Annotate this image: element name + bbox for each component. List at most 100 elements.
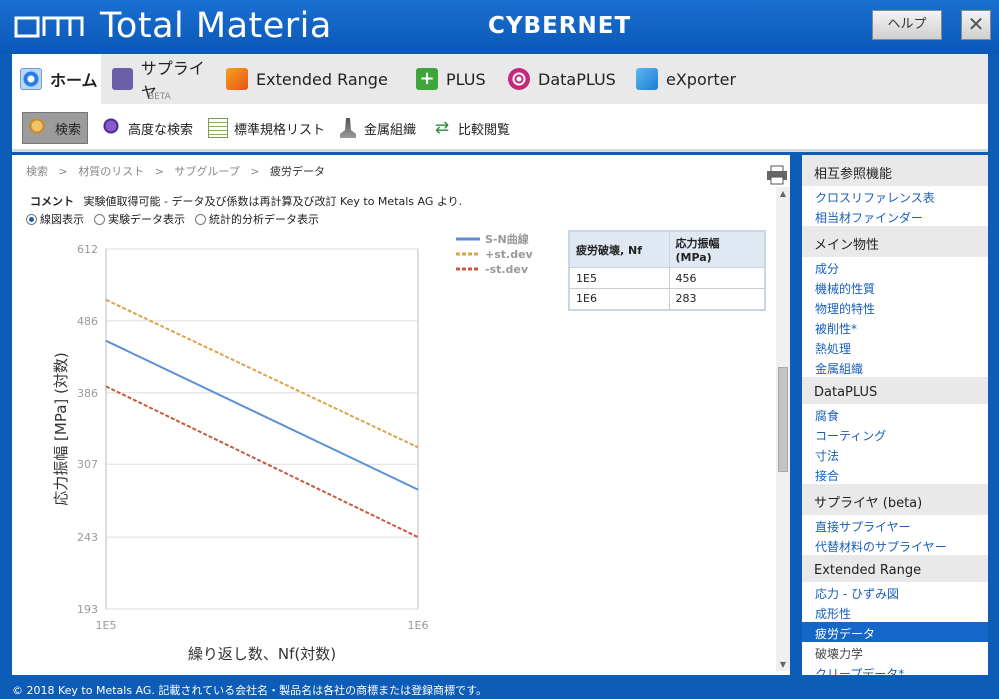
column-header: 疲労破壊, Nf	[568, 230, 670, 268]
sidebar-item-fracture[interactable]: 破壊力学	[802, 642, 988, 662]
footer: © 2018 Key to Metals AG. 記載されている会社名・製品名は…	[12, 684, 487, 697]
extended-range-icon	[226, 68, 248, 90]
table-cell: 1E5	[568, 267, 670, 289]
sidebar-item-direct-supplier[interactable]: 直接サプライヤー	[802, 515, 988, 535]
table-cell: 283	[668, 288, 766, 310]
title-bar: Total Materia CYBERNET ヘルプ ✕	[0, 0, 999, 54]
tab-exporter[interactable]: eXporter	[628, 54, 746, 104]
sidebar-item-dimensions[interactable]: 寸法	[802, 444, 988, 464]
compare-icon: ⇄	[434, 118, 450, 138]
logo-icon	[14, 16, 84, 38]
tab-label: eXporter	[666, 69, 737, 89]
sidebar-header: メイン物性	[802, 226, 988, 257]
tab-label: Extended Range	[256, 69, 388, 89]
home-icon	[20, 68, 42, 90]
y-tick-label: 307	[77, 458, 98, 471]
table-row: 1E5 456	[568, 267, 766, 289]
x-tick-label: 1E5	[96, 619, 117, 632]
sidebar-item-stress-strain[interactable]: 応力 - ひずみ図	[802, 582, 988, 602]
sidebar-header: サプライヤ (beta)	[802, 484, 988, 515]
vertical-scrollbar[interactable]: ▲ ▼	[776, 187, 790, 671]
radio-button[interactable]	[26, 213, 37, 225]
toolbar-label: 金属組織	[364, 122, 417, 138]
legend-label: S-N曲線	[485, 232, 529, 246]
sidebar-header: Extended Range	[802, 555, 988, 582]
sidebar-header: DataPLUS	[802, 377, 988, 404]
breadcrumb-item[interactable]: サブグループ	[174, 165, 239, 178]
table-cell: 1E6	[568, 288, 670, 310]
sidebar-item-formability[interactable]: 成形性	[802, 602, 988, 622]
microscope-icon	[340, 118, 356, 138]
sidebar-item-equivalent-finder[interactable]: 相当材ファインダー	[802, 206, 988, 226]
legend-label: +st.dev	[485, 248, 534, 261]
tab-dataplus[interactable]: DataPLUS	[500, 54, 624, 104]
compare-button[interactable]: ⇄ 比較閲覧	[426, 112, 516, 144]
sidebar-item-machinability[interactable]: 被削性*	[802, 317, 988, 337]
toolbar-label: 高度な検索	[128, 122, 194, 138]
dataplus-icon	[508, 68, 530, 90]
sidebar-item-creep[interactable]: クリープデータ*	[802, 662, 988, 675]
column-header: 応力振幅 (MPa)	[668, 230, 766, 268]
scroll-thumb[interactable]	[778, 367, 788, 472]
advanced-search-button[interactable]: 高度な検索	[96, 112, 199, 144]
main-tabs: ホーム サプライヤ BETA Extended Range + PLUS Dat…	[12, 54, 988, 104]
sidebar-item-alternative-supplier[interactable]: 代替材料のサプライヤー	[802, 535, 988, 555]
sidebar-item-corrosion[interactable]: 腐食	[802, 404, 988, 424]
sn-chart: 612 486 386 307 243 193 1E5 1E6 S-N曲線 +st.dev -st.…	[52, 232, 534, 663]
tab-label: ホーム	[50, 71, 98, 90]
toolbar-label: 比較閲覧	[458, 122, 511, 138]
sidebar: 相互参照機能 クロスリファレンス表 相当材ファインダー メイン物性 成分 機械的…	[802, 155, 988, 675]
tab-plus[interactable]: + PLUS	[408, 54, 494, 104]
x-tick-label: 1E6	[408, 619, 429, 632]
y-axis-label: 応力振幅 [MPa] (対数)	[52, 352, 70, 505]
content-panel: 検索 > 材質のリスト > サブグループ > 疲労データ コメント 実験値取得可…	[12, 155, 790, 675]
scroll-up-icon[interactable]: ▲	[778, 189, 788, 198]
breadcrumb-item[interactable]: 材質のリスト	[78, 165, 144, 178]
y-tick-label: 612	[77, 243, 98, 256]
legend-label: -st.dev	[485, 263, 529, 276]
comment-label: コメント	[30, 195, 74, 208]
toolbar-label: 標準規格リスト	[234, 122, 326, 138]
sidebar-item-physical[interactable]: 物理的特性	[802, 297, 988, 317]
sub-toolbar: 検索 高度な検索 標準規格リスト 金属組織 ⇄ 比較閲覧	[12, 104, 988, 152]
scroll-down-icon[interactable]: ▼	[778, 660, 788, 669]
breadcrumb-item[interactable]: 検索	[26, 165, 48, 178]
supplier-icon	[112, 68, 133, 90]
radio-button[interactable]	[195, 213, 206, 225]
beta-badge: BETA	[148, 92, 171, 102]
metallography-button[interactable]: 金属組織	[332, 112, 422, 144]
sidebar-item-coating[interactable]: コーティング	[802, 424, 988, 444]
breadcrumb-separator: >	[51, 165, 75, 178]
table-header-row: 疲労破壊, Nf 応力振幅 (MPa)	[568, 230, 766, 268]
y-tick-label: 193	[77, 603, 98, 616]
standards-list-button[interactable]: 標準規格リスト	[202, 112, 331, 144]
breadcrumb-separator: >	[243, 165, 267, 178]
tab-label: PLUS	[446, 69, 486, 89]
help-button[interactable]: ヘルプ	[872, 10, 942, 40]
tab-extended-range[interactable]: Extended Range	[218, 54, 406, 104]
sidebar-item-metallography[interactable]: 金属組織	[802, 357, 988, 377]
sidebar-item-mechanical[interactable]: 機械的性質	[802, 277, 988, 297]
sidebar-item-heat-treatment[interactable]: 熱処理	[802, 337, 988, 357]
sidebar-item-cross-reference[interactable]: クロスリファレンス表	[802, 186, 988, 206]
search-button[interactable]: 検索	[22, 112, 89, 144]
tab-home[interactable]: ホーム	[12, 54, 101, 104]
standards-list-icon	[208, 118, 228, 138]
tab-label: DataPLUS	[538, 69, 616, 89]
comment: コメント 実験値取得可能 - データ及び係数は再計算及び改訂 Key to Me…	[30, 193, 462, 209]
y-tick-label: 486	[77, 315, 98, 328]
close-button[interactable]: ✕	[961, 10, 991, 40]
print-icon[interactable]	[766, 165, 788, 185]
y-tick-label: 386	[77, 387, 98, 400]
sidebar-item-composition[interactable]: 成分	[802, 257, 988, 277]
sidebar-item-joining[interactable]: 接合	[802, 464, 988, 484]
breadcrumb: 検索 > 材質のリスト > サブグループ > 疲労データ	[26, 163, 325, 179]
app-title: Total Materia	[100, 6, 332, 46]
comment-text: 実験値取得可能 - データ及び係数は再計算及び改訂 Key to Metals …	[83, 195, 463, 208]
radio-button[interactable]	[94, 213, 105, 225]
sidebar-header: 相互参照機能	[802, 155, 988, 186]
advanced-search-icon	[102, 118, 122, 138]
sidebar-item-fatigue[interactable]: 疲労データ	[802, 622, 988, 642]
tab-supplier[interactable]: サプライヤ BETA	[104, 54, 216, 104]
exporter-icon	[636, 68, 658, 90]
